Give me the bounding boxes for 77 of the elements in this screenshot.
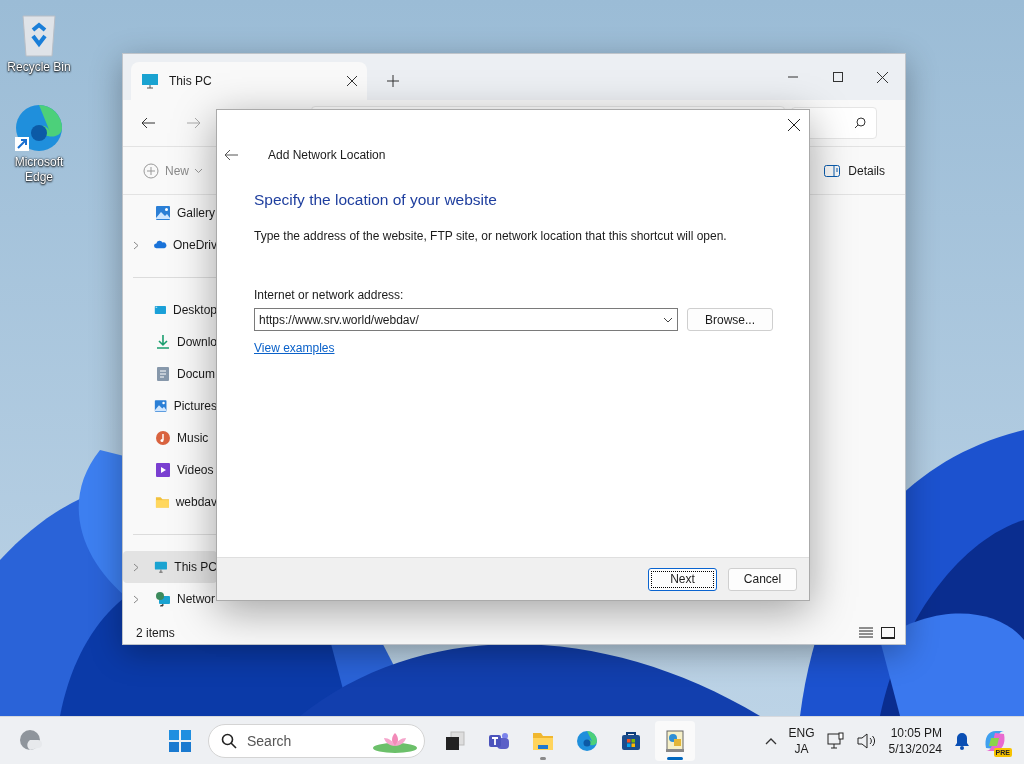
sidebar-item[interactable]: Gallery [123, 197, 217, 229]
search-icon [854, 117, 866, 129]
tiles-view-icon[interactable] [881, 626, 895, 639]
sidebar-item[interactable]: Pictures [123, 390, 217, 422]
network-icon [155, 591, 171, 607]
volume-icon[interactable] [856, 732, 877, 749]
sidebar-label: Networ [177, 592, 215, 606]
sidebar-item[interactable]: Music [123, 422, 217, 454]
window-tab[interactable]: This PC [131, 62, 367, 100]
sidebar-item[interactable]: Videos [123, 454, 217, 486]
maximize-icon[interactable] [832, 72, 843, 82]
picture-icon [154, 398, 168, 414]
folder-icon [154, 494, 170, 510]
clock[interactable]: 10:05 PM 5/13/2024 [888, 724, 942, 757]
bell-icon[interactable] [954, 731, 970, 750]
address-combobox[interactable]: https://www.srv.world/webdav/ [254, 308, 678, 331]
minimize-icon[interactable] [787, 76, 798, 78]
sidebar-item[interactable]: Docum [123, 358, 217, 390]
dialog-button[interactable]: Cancel [728, 567, 797, 591]
tab-title: This PC [169, 74, 213, 88]
caret-icon [195, 169, 202, 173]
edge-icon[interactable] [14, 103, 64, 153]
sidebar-label: Music [177, 431, 209, 445]
sidebar-item[interactable]: Desktop [123, 294, 217, 326]
item-count: 2 items [136, 625, 175, 640]
details-button[interactable]: Details [824, 164, 885, 178]
running-indicator [540, 756, 546, 760]
search-icon [221, 732, 237, 749]
sidebar-item[interactable]: Networ [123, 583, 217, 615]
download-icon [155, 334, 171, 350]
video-icon [155, 462, 171, 478]
start-icon[interactable] [169, 729, 191, 752]
dialog-button[interactable]: Next [648, 567, 717, 591]
chevron-icon[interactable] [133, 240, 139, 250]
caret-icon [663, 316, 673, 323]
details-pane-icon [824, 165, 841, 177]
running-indicator [667, 756, 683, 760]
sidebar-item[interactable]: Downlo [123, 326, 217, 358]
chevron-icon[interactable] [133, 594, 139, 604]
back-arrow-icon[interactable] [224, 149, 238, 161]
plus-icon[interactable] [387, 75, 399, 87]
picture-icon [155, 205, 171, 221]
sidebar-item[interactable]: OneDriv [123, 229, 217, 261]
plus-icon [143, 163, 159, 179]
language-indicator[interactable]: ENG JA [788, 724, 815, 757]
sidebar-label: Desktop [172, 303, 217, 317]
browse-button[interactable]: Browse... [687, 308, 773, 331]
network-folder-icon[interactable] [663, 728, 687, 753]
list-view-icon[interactable] [859, 626, 873, 639]
sidebar-item[interactable]: This PC [123, 551, 217, 583]
sidebar-label: Downlo [176, 335, 217, 349]
close-icon[interactable] [347, 76, 357, 86]
back-arrow-icon[interactable] [141, 117, 155, 129]
sidebar-label: webdav [175, 495, 217, 509]
view-examples-link[interactable]: View examples [254, 341, 335, 355]
document-icon [155, 366, 171, 382]
chevron-up-icon[interactable] [764, 736, 777, 745]
sidebar-label: Docum [177, 367, 215, 381]
sidebar-label: This PC [174, 560, 217, 574]
music-icon [155, 430, 171, 446]
close-icon[interactable] [877, 71, 888, 83]
dialog-title: Add Network Location [268, 148, 386, 162]
dialog-heading: Specify the location of your website [254, 191, 498, 209]
dialog-description: Type the address of the website, FTP site, or network location that this shortcut will open. [254, 229, 728, 243]
monitor-icon [141, 73, 159, 89]
monitor-icon [154, 559, 169, 575]
close-icon[interactable] [788, 119, 800, 131]
sidebar-label: Videos [177, 463, 214, 477]
sidebar-item[interactable]: webdav [123, 486, 217, 518]
task-view-icon[interactable] [443, 728, 467, 753]
wired-network-icon[interactable] [826, 731, 845, 750]
field-label: Internet or network address: [254, 288, 405, 302]
sidebar-label: OneDriv [173, 238, 217, 252]
taskbar-search-field[interactable]: Search [208, 723, 425, 758]
edge-icon[interactable] [575, 728, 599, 753]
sidebar-label: Gallery [177, 206, 215, 220]
sidebar-label: Pictures [173, 399, 217, 413]
